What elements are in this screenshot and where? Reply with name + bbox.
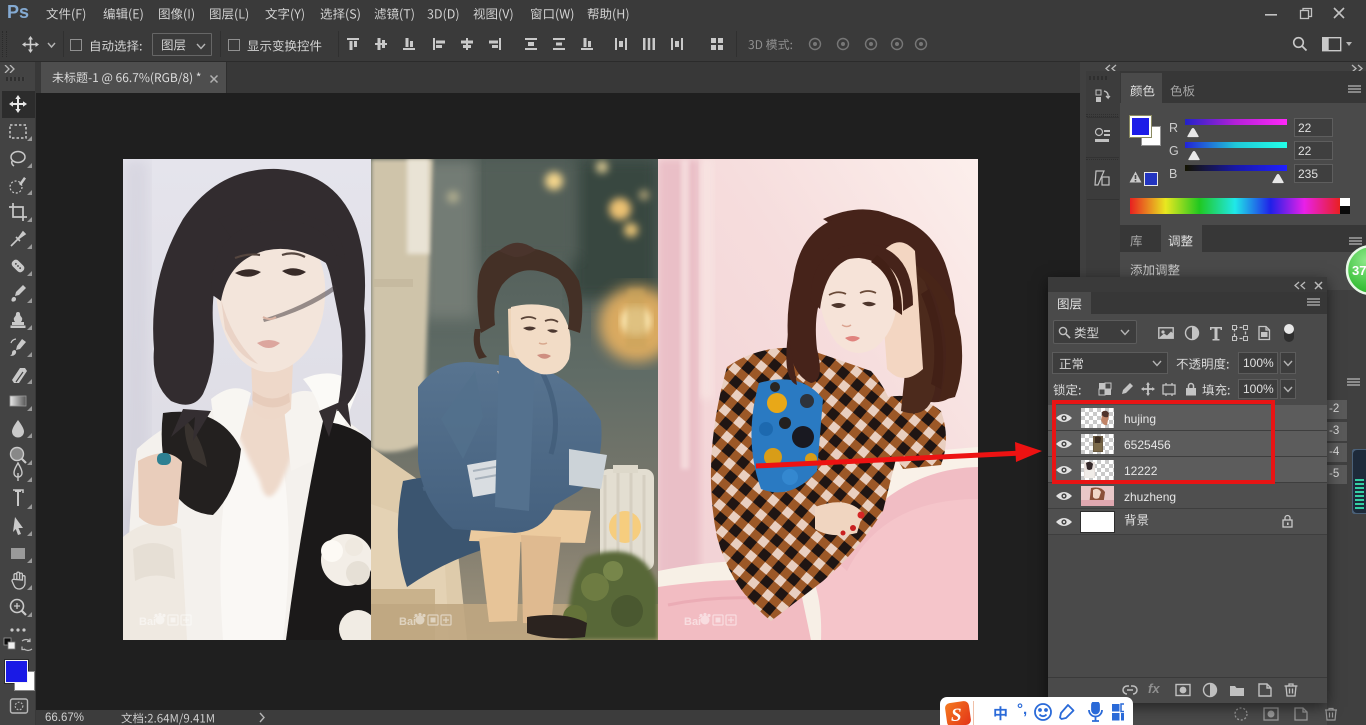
svg-text:Bai: Bai — [139, 616, 156, 628]
svg-text:S: S — [951, 705, 962, 725]
svg-text:37: 37 — [1352, 263, 1366, 278]
